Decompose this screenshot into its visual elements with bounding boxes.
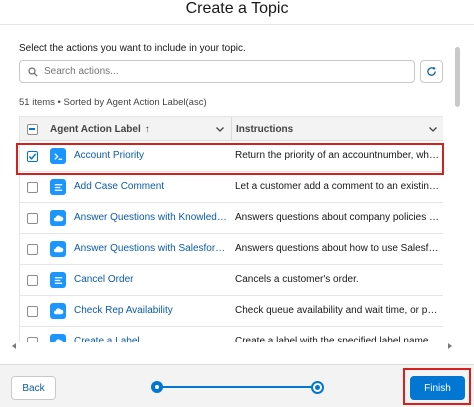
vertical-scrollbar[interactable]: [455, 47, 461, 342]
column-header-label-text: Agent Action Label: [50, 123, 141, 135]
action-label-link[interactable]: Add Case Comment: [74, 172, 227, 202]
row-select-cell: [20, 141, 44, 171]
action-instructions: Answers questions about company policies…: [235, 212, 440, 223]
table-row[interactable]: Add Case Comment Let a customer add a com…: [20, 172, 443, 203]
row-checkbox[interactable]: [26, 212, 38, 224]
table-row[interactable]: Create a Label Create a label with the sp…: [20, 327, 443, 342]
action-instructions: Create a label with the specified label …: [235, 336, 432, 342]
finish-button[interactable]: Finish: [410, 376, 465, 400]
cloud-icon: [50, 241, 66, 257]
column-header-instructions[interactable]: Instructions: [231, 117, 443, 141]
list-meta: 51 items • Sorted by Agent Action Label(…: [19, 97, 207, 108]
row-checkbox[interactable]: [26, 181, 38, 193]
row-select-cell: [20, 296, 44, 326]
sort-ascending-icon: ↑: [144, 123, 150, 135]
scroll-right-icon[interactable]: [448, 343, 452, 349]
instructions-text: Select the actions you want to include i…: [19, 43, 246, 54]
search-icon: [28, 66, 38, 77]
action-instructions: Cancels a customer's order.: [235, 274, 359, 285]
actions-table: Agent Action Label ↑ Instructions Accoun…: [19, 116, 443, 342]
modal-footer: Back Finish: [0, 364, 474, 407]
row-select-cell: [20, 234, 44, 264]
row-select-cell: [20, 172, 44, 202]
action-label-link[interactable]: Answer Questions with Salesforce...: [74, 234, 227, 264]
action-label-link[interactable]: Answer Questions with Knowledge: [74, 203, 227, 233]
row-select-cell: [20, 203, 44, 233]
row-checkbox[interactable]: [26, 336, 38, 342]
select-all-cell: [20, 117, 44, 141]
title-divider: [0, 24, 474, 25]
row-checkbox[interactable]: [26, 243, 38, 255]
flow-icon: [50, 179, 66, 195]
scrollbar-thumb[interactable]: [455, 47, 460, 107]
row-checkbox-checked[interactable]: [26, 150, 38, 162]
cloud-icon: [50, 334, 66, 342]
table-row[interactable]: Answer Questions with Knowledge Answers q…: [20, 203, 443, 234]
action-instructions: Answers questions about how to use Sales…: [235, 243, 440, 254]
table-row[interactable]: Account Priority Return the priority of a…: [20, 141, 443, 172]
back-button[interactable]: Back: [11, 376, 56, 400]
terminal-icon: [50, 148, 66, 164]
table-row[interactable]: Check Rep Availability Check queue availa…: [20, 296, 443, 327]
refresh-button[interactable]: [420, 60, 443, 83]
action-label-link[interactable]: Create a Label: [74, 327, 227, 342]
progress-step-2-active: [311, 381, 324, 394]
scroll-left-icon[interactable]: [12, 343, 16, 349]
chevron-down-icon[interactable]: [215, 124, 225, 134]
action-label-link[interactable]: Cancel Order: [74, 265, 227, 295]
modal-title: Create a Topic: [185, 0, 289, 17]
action-label-link[interactable]: Account Priority: [74, 141, 227, 171]
progress-track: [160, 386, 315, 388]
row-checkbox[interactable]: [26, 274, 38, 286]
refresh-icon: [427, 66, 436, 76]
row-checkbox[interactable]: [26, 305, 38, 317]
select-all-checkbox[interactable]: [26, 123, 38, 135]
cloud-icon: [50, 210, 66, 226]
action-label-link[interactable]: Check Rep Availability: [74, 296, 227, 326]
action-instructions: Let a customer add a comment to an exist…: [235, 181, 440, 192]
row-select-cell: [20, 327, 44, 342]
progress-step-1: [151, 381, 163, 393]
search-input[interactable]: [44, 66, 404, 77]
cloud-icon: [50, 303, 66, 319]
table-row[interactable]: Answer Questions with Salesforce... Answe…: [20, 234, 443, 265]
column-header-instructions-text: Instructions: [236, 123, 294, 135]
flow-icon: [50, 272, 66, 288]
chevron-down-icon[interactable]: [428, 124, 438, 134]
action-instructions: Check queue availability and wait time, …: [235, 305, 440, 316]
table-header: Agent Action Label ↑ Instructions: [20, 116, 443, 141]
action-instructions: Return the priority of an accountnumber,…: [235, 150, 440, 161]
table-row[interactable]: Cancel Order Cancels a customer's order.: [20, 265, 443, 296]
checkmark-icon: [28, 152, 36, 160]
column-header-label[interactable]: Agent Action Label ↑: [44, 117, 231, 141]
row-select-cell: [20, 265, 44, 295]
search-box[interactable]: [19, 60, 415, 83]
